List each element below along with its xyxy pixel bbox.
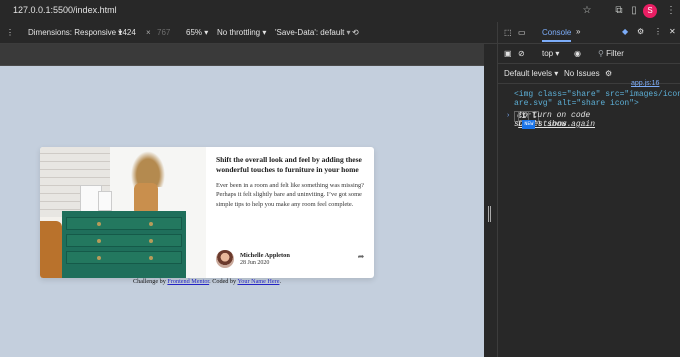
rotate-icon[interactable]: ⟲ [352, 28, 359, 37]
inspect-icon[interactable]: ⬚ [504, 28, 512, 37]
sidebar-icon[interactable]: ▯ [627, 4, 641, 18]
attribution: Challenge by Frontend Mentor. Coded by Y… [40, 278, 374, 285]
tab-console[interactable]: Console [542, 28, 572, 42]
knob [149, 239, 153, 243]
knob [97, 256, 101, 260]
console-settings-icon[interactable]: ⚙ [605, 69, 612, 78]
throttle-label: No throttling [217, 28, 261, 37]
post-date: 28 Jun 2020 [240, 260, 270, 266]
devtools-menu-icon[interactable]: ⋮ [654, 27, 662, 36]
author-row: Michelle Appleton 28 Jun 2020 ➦ [216, 250, 368, 272]
save-data-select[interactable]: 'Save-Data': default ▾ [275, 28, 351, 37]
times-label: × [146, 28, 151, 37]
kebab-icon[interactable]: ⋮ [6, 28, 14, 37]
author-link[interactable]: Your Name Here [237, 278, 279, 285]
more-tabs-icon[interactable]: » [576, 27, 580, 36]
profile-avatar[interactable]: S [643, 4, 657, 18]
width-input[interactable]: 1424 [118, 28, 136, 37]
vase [134, 183, 158, 213]
eye-icon[interactable]: ◉ [574, 49, 581, 58]
context-label: top [542, 49, 554, 58]
furniture-photo [40, 147, 206, 278]
levels-select[interactable]: Default levels ▾ [504, 69, 558, 78]
console-toolbar: ▣ ⊘ top ▾ ◉ ⚲ Filter [498, 44, 680, 64]
extensions-icon[interactable]: ⧉ [612, 4, 626, 18]
save-data-label: 'Save-Data': default [275, 28, 345, 37]
chair [40, 221, 62, 278]
devtools-panel: ⬚ ▭ Console » ◆ ⚙ ⋮ ✕ ▣ ⊘ top ▾ ◉ ⚲ Filt… [497, 22, 680, 357]
attribution-prefix: Challenge by [133, 278, 166, 285]
log-line-2: are.svg" alt="share icon"> [514, 99, 639, 108]
zoom-select[interactable]: 65% ▾ [186, 28, 208, 37]
pampas-grass [128, 147, 168, 187]
knob [97, 222, 101, 226]
resize-handle[interactable] [488, 206, 491, 222]
knob [149, 222, 153, 226]
url-field[interactable]: 127.0.0.1:5500/index.html [13, 5, 117, 15]
ai-icon[interactable]: ◆ [622, 27, 628, 36]
bookmark-star-icon[interactable]: ☆ [580, 4, 594, 18]
author-name: Michelle Appleton [240, 252, 290, 259]
height-input[interactable]: 767 [157, 28, 170, 37]
card-description: Ever been in a room and felt like someth… [216, 182, 365, 208]
device-toggle-icon[interactable]: ▭ [518, 28, 526, 37]
levels-label: Default levels [504, 69, 553, 78]
throttle-select[interactable]: No throttling ▾ [217, 28, 266, 37]
address-bar: 127.0.0.1:5500/index.html ☆ ⧉ ▯ S ⋮ [0, 0, 680, 22]
console-hint: ctrl i to turn on code suggestions. Don'… [514, 111, 595, 129]
dimensions-label: Dimensions: Responsive [28, 28, 117, 37]
device-toolbar: ⋮ Dimensions: Responsive ▾ 1424 × 767 65… [0, 22, 497, 44]
close-icon[interactable]: ✕ [669, 27, 676, 36]
attribution-end: . [279, 278, 281, 285]
card-content: Shift the overall look and feel by addin… [216, 155, 368, 209]
hint-text: to turn on code [518, 111, 591, 120]
article-card: Shift the overall look and feel by addin… [40, 147, 374, 278]
dimensions-select[interactable]: Dimensions: Responsive ▾ [28, 28, 122, 37]
issues-button[interactable]: No Issues [564, 69, 600, 78]
avatar [216, 250, 234, 268]
log-line-1: <img class="share" src="images/icon-sh [514, 90, 680, 99]
devtools-tabs: ⬚ ▭ Console » ◆ ⚙ ⋮ ✕ [498, 22, 680, 44]
menu-kebab-icon[interactable]: ⋮ [664, 4, 678, 18]
drawer [66, 217, 182, 230]
card-title: Shift the overall look and feel by addin… [216, 155, 362, 174]
attribution-mid: . Coded by [209, 278, 237, 285]
drawer [66, 234, 182, 247]
picture-frame-small [98, 191, 112, 211]
green-dresser [62, 211, 186, 278]
resize-gutter [484, 44, 497, 357]
ruler [0, 44, 497, 66]
prompt-chevron-icon: › [507, 112, 510, 119]
sidebar-toggle-icon[interactable]: ▣ [504, 49, 512, 58]
filter-placeholder: Filter [606, 49, 624, 58]
settings-gear-icon[interactable]: ⚙ [637, 27, 644, 36]
knob [97, 239, 101, 243]
knob [149, 256, 153, 260]
context-select[interactable]: top ▾ [542, 49, 559, 58]
filter-input[interactable]: ⚲ Filter [598, 49, 624, 58]
drawer [66, 251, 182, 264]
frontend-mentor-link[interactable]: Frontend Mentor [167, 278, 209, 285]
zoom-label: 65% [186, 28, 203, 37]
source-link[interactable]: app.js:16 [631, 80, 659, 87]
clear-console-icon[interactable]: ⊘ [518, 49, 525, 58]
new-badge: NEW [522, 120, 536, 129]
share-icon[interactable]: ➦ [356, 252, 366, 262]
